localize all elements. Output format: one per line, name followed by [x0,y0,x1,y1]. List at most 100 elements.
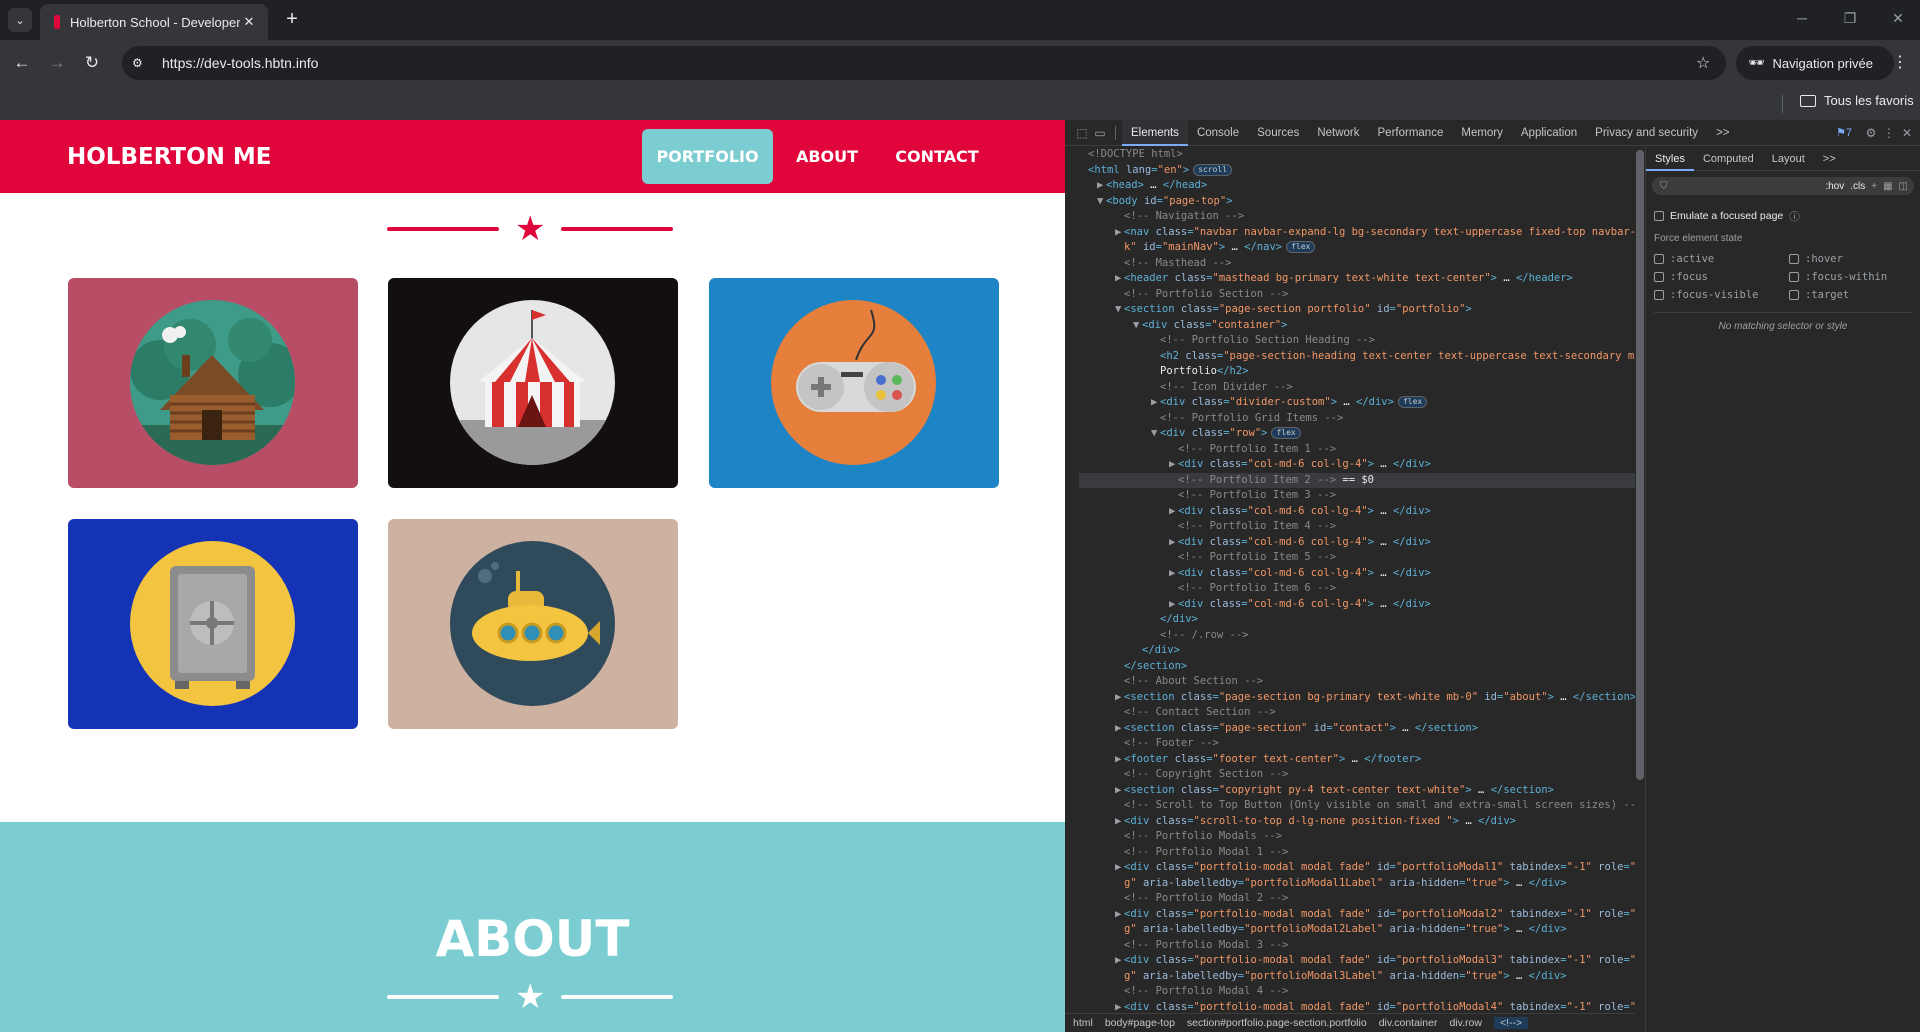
dom-node-line[interactable]: g" aria-labelledby="portfolioModal3Label… [1079,969,1635,985]
expand-arrow-icon[interactable]: ▶ [1097,178,1106,194]
dom-node-line[interactable]: <!DOCTYPE html> [1079,147,1635,163]
expand-arrow-icon[interactable]: ▶ [1169,457,1178,473]
breadcrumb-item[interactable]: section#portfolio.page-section.portfolio [1187,1017,1367,1029]
layout-badge[interactable]: scroll [1193,163,1233,176]
elements-scrollbar[interactable] [1635,147,1645,1013]
styles-tab-styles[interactable]: Styles [1646,147,1694,171]
emulate-focus-checkbox[interactable]: Emulate a focused page ⓘ [1654,207,1912,225]
devtools-tab-elements[interactable]: Elements [1122,119,1188,146]
expand-arrow-icon[interactable]: ▼ [1115,302,1124,318]
dom-node-line[interactable]: <!-- Portfolio Grid Items --> [1079,411,1635,427]
styles-filter[interactable]: ⛉ :hov .cls + ▦ ◫ [1652,177,1914,195]
dom-node-line[interactable]: <!-- Portfolio Modal 1 --> [1079,845,1635,861]
expand-arrow-icon[interactable]: ▶ [1169,597,1178,613]
dom-node-line[interactable]: <!-- Portfolio Item 2 --> == $0 [1079,472,1635,488]
nav-about[interactable]: ABOUT [784,129,870,184]
dom-node-line[interactable]: <!-- Portfolio Modal 2 --> [1079,891,1635,907]
expand-arrow-icon[interactable]: ▶ [1115,953,1124,969]
state-checkbox-hover[interactable]: :hover [1789,250,1887,268]
help-icon[interactable]: ⓘ [1789,209,1800,224]
layout-badge[interactable]: flex [1397,396,1428,408]
dom-node-line[interactable]: ▶ <footer class="footer text-center"> … <… [1079,752,1635,768]
dom-node-line[interactable]: <!-- Portfolio Modals --> [1079,829,1635,845]
dom-node-line[interactable]: <h2 class="page-section-heading text-cen… [1079,349,1635,365]
site-brand[interactable]: HOLBERTON ME [67,144,271,170]
dom-node-line[interactable]: ▶ <div class="col-md-6 col-lg-4"> … </div… [1079,535,1635,551]
devtools-tab-memory[interactable]: Memory [1452,120,1512,146]
dom-node-line[interactable]: ▶ <div class="portfolio-modal modal fade"… [1079,907,1635,923]
expand-arrow-icon[interactable]: ▶ [1115,690,1124,706]
dom-node-line[interactable]: ▶ <nav class="navbar navbar-expand-lg bg-… [1079,225,1635,241]
dom-node-line[interactable]: k" id="mainNav"> … </nav> flex [1079,240,1635,256]
expand-arrow-icon[interactable]: ▶ [1169,535,1178,551]
dom-node-line[interactable]: ▶ <header class="masthead bg-primary text… [1079,271,1635,287]
dom-node-line[interactable]: ▶ <section class="copyright py-4 text-cen… [1079,783,1635,799]
styles-tab-layout[interactable]: Layout [1763,147,1814,171]
dom-node-line[interactable]: <!-- About Section --> [1079,674,1635,690]
forward-icon[interactable]: → [47,53,67,73]
nav-portfolio[interactable]: PORTFOLIO [642,129,773,184]
state-checkbox-focus[interactable]: :focus [1654,268,1789,286]
devtools-tab-privacy-and-security[interactable]: Privacy and security [1586,120,1707,146]
dom-node-line[interactable]: <!-- Copyright Section --> [1079,767,1635,783]
dom-node-line[interactable]: ▶ <div class="col-md-6 col-lg-4"> … </div… [1079,597,1635,613]
breadcrumb-item[interactable]: body#page-top [1105,1017,1175,1029]
dom-node-line[interactable]: <!-- Portfolio Item 6 --> [1079,581,1635,597]
settings-gear-icon[interactable]: ⚙ [1862,126,1880,140]
devtools-tab-performance[interactable]: Performance [1369,120,1453,146]
cls-toggle[interactable]: .cls [1850,181,1865,192]
dom-node-line[interactable]: ▶ <div class="scroll-to-top d-lg-none pos… [1079,814,1635,830]
dom-node-line[interactable]: ▶ <section class="page-section" id="conta… [1079,721,1635,737]
dom-node-line[interactable]: <!-- Contact Section --> [1079,705,1635,721]
expand-arrow-icon[interactable]: ▶ [1169,566,1178,582]
dom-node-line[interactable]: ▶ <div class="portfolio-modal modal fade"… [1079,953,1635,969]
plus-icon[interactable]: + [280,8,304,32]
checkbox-box[interactable] [1654,211,1664,221]
dom-node-line[interactable]: ▶ <div class="portfolio-modal modal fade"… [1079,860,1635,876]
site-info-icon[interactable]: ⚙ [132,56,154,70]
checkbox-box[interactable] [1789,272,1799,282]
expand-arrow-icon[interactable]: ▶ [1115,1000,1124,1014]
devtools-tab-sources[interactable]: Sources [1248,120,1308,146]
nav-contact[interactable]: CONTACT [886,129,988,184]
checkbox-box[interactable] [1654,254,1664,264]
dom-node-line[interactable]: <!-- /.row --> [1079,628,1635,644]
back-icon[interactable]: ← [12,53,32,73]
dom-node-line[interactable]: <!-- Icon Divider --> [1079,380,1635,396]
kebab-icon[interactable]: ⋮ [1880,126,1898,140]
dom-node-line[interactable]: <!-- Portfolio Item 3 --> [1079,488,1635,504]
dom-node-line[interactable]: <!-- Portfolio Modal 3 --> [1079,938,1635,954]
expand-arrow-icon[interactable]: ▶ [1115,860,1124,876]
breadcrumb-item[interactable]: html [1073,1017,1093,1029]
browser-tab[interactable]: Holberton School - Developer t ✕ [40,4,268,40]
issues-icon[interactable]: ⚑ [1836,126,1846,139]
dom-node-line[interactable]: <!-- Portfolio Item 1 --> [1079,442,1635,458]
elements-tree[interactable]: <!DOCTYPE html> <html lang="en"> scroll ▶ <h… [1079,147,1635,1013]
dom-node-line[interactable]: <html lang="en"> scroll [1079,163,1635,179]
restore-icon[interactable]: ❐ [1840,10,1860,27]
dom-node-line[interactable]: ▶ <div class="divider-custom"> … </div> fl… [1079,395,1635,411]
checkbox-box[interactable] [1654,290,1664,300]
checkbox-box[interactable] [1654,272,1664,282]
expand-arrow-icon[interactable]: ▶ [1115,752,1124,768]
state-checkbox-focus-within[interactable]: :focus-within [1789,268,1887,286]
breadcrumb-item[interactable]: <!--> [1493,1017,1529,1029]
state-checkbox-focus-visible[interactable]: :focus-visible [1654,286,1789,304]
expand-arrow-icon[interactable]: ▼ [1133,318,1142,334]
checkbox-box[interactable] [1789,290,1799,300]
dom-node-line[interactable]: <!-- Portfolio Modal 4 --> [1079,984,1635,1000]
all-bookmarks-button[interactable]: Tous les favoris [1800,93,1914,108]
device-toolbar-icon[interactable]: ▭ [1091,126,1109,140]
issues-count[interactable]: 7 [1846,127,1852,139]
breadcrumb-item[interactable]: div.row [1449,1017,1481,1029]
minimize-icon[interactable]: ─ [1792,10,1812,26]
window-close-icon[interactable]: ✕ [1888,10,1908,27]
dom-node-line[interactable]: g" aria-labelledby="portfolioModal1Label… [1079,876,1635,892]
expand-arrow-icon[interactable]: ▶ [1115,225,1124,241]
checkbox-box[interactable] [1789,254,1799,264]
devtools-tab-application[interactable]: Application [1512,120,1586,146]
url-text[interactable]: https://dev-tools.hbtn.info [162,55,1696,71]
expand-arrow-icon[interactable]: ▼ [1151,426,1160,442]
dom-node-line[interactable]: <!-- Portfolio Item 5 --> [1079,550,1635,566]
inspect-icon[interactable]: ⬚ [1073,126,1091,140]
